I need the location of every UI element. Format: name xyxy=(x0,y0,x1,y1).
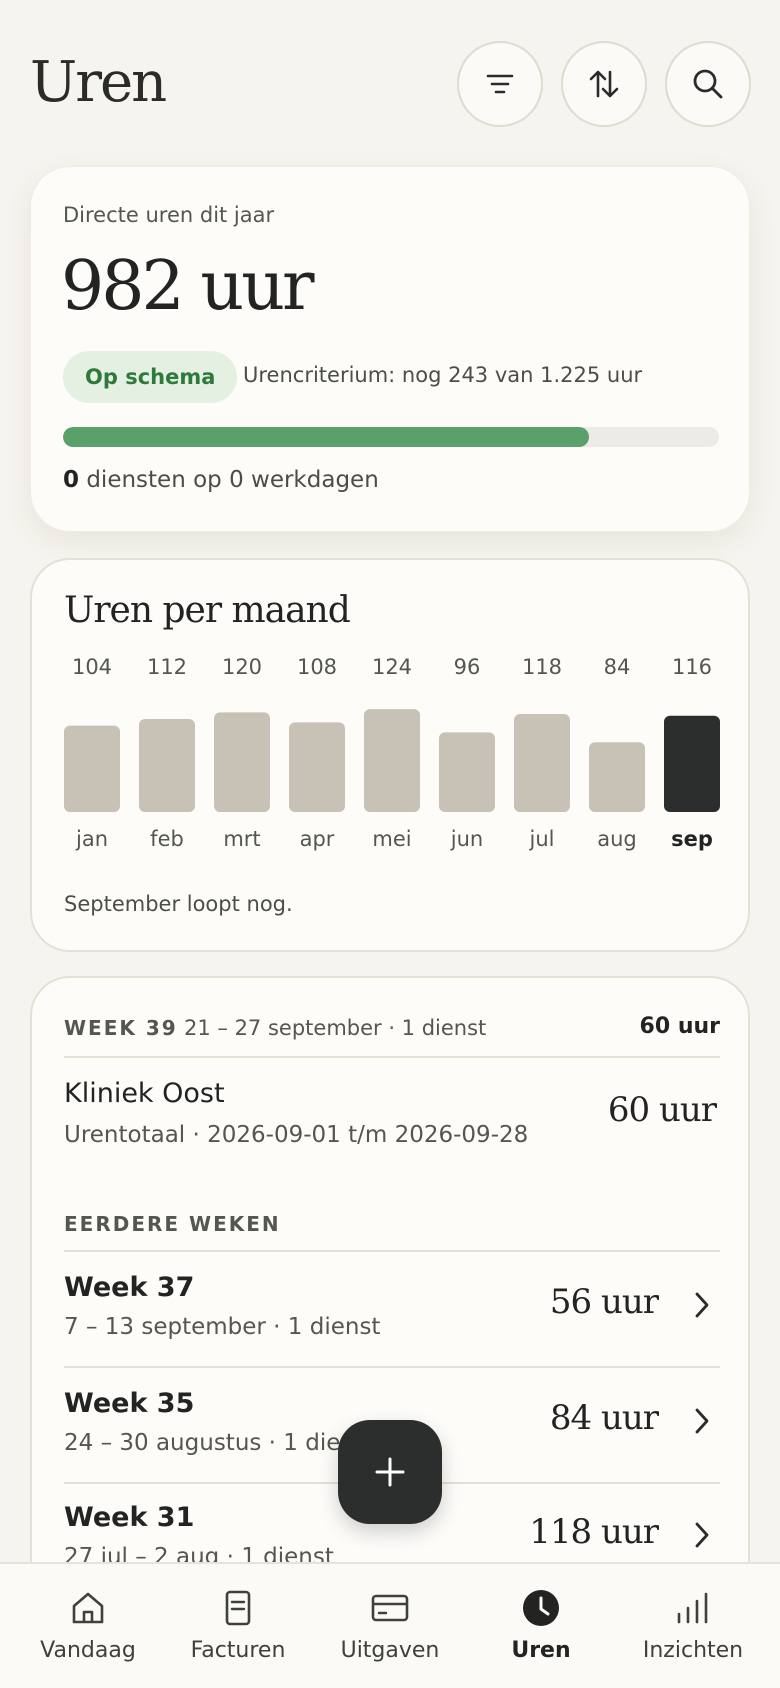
summary-label: Directe uren dit jaar xyxy=(63,203,275,227)
current-week-header: WEEK 39 21 – 27 september · 1 dienst 60 … xyxy=(64,1012,720,1052)
bar-apr xyxy=(289,722,345,812)
nav-label: Vandaag xyxy=(40,1638,136,1663)
week-row-title: Week 37 xyxy=(64,1272,195,1303)
week-range: 21 – 27 september · 1 dienst xyxy=(184,1016,487,1040)
criterium-text: Urencriterium: nog 243 van 1.225 uur xyxy=(243,363,643,387)
diensten-label: diensten op 0 werkdagen xyxy=(79,467,379,493)
sort-icon xyxy=(589,70,619,98)
nav-label: Inzichten xyxy=(642,1638,744,1663)
bars-icon xyxy=(677,1592,708,1624)
bar-feb xyxy=(139,719,195,812)
nav-item-uitgaven[interactable]: Uitgaven xyxy=(312,1564,468,1688)
month-label: aug xyxy=(597,827,637,851)
hours-summary-card: Directe uren dit jaar 982 uur Op schema … xyxy=(30,166,750,532)
week-row-title: Week 35 xyxy=(64,1388,195,1419)
home-icon xyxy=(72,1592,104,1624)
header: Uren xyxy=(0,0,780,160)
week-total: 60 uur xyxy=(639,1014,720,1039)
filter-button[interactable] xyxy=(457,41,543,127)
diensten-count: 0 xyxy=(63,467,80,493)
week-row-hours: 84 uur xyxy=(549,1398,659,1438)
progress-bar xyxy=(63,427,719,447)
invoice-icon xyxy=(225,1590,251,1626)
progress-fill xyxy=(63,427,589,447)
chevron-right-icon xyxy=(695,1408,709,1434)
nav-label: Uitgaven xyxy=(340,1638,440,1663)
month-label: sep xyxy=(671,827,713,851)
add-hours-button[interactable] xyxy=(338,1420,442,1524)
search-icon xyxy=(693,69,723,99)
month-label: feb xyxy=(150,827,184,851)
bar-value-label: 108 xyxy=(297,655,337,679)
week-row-subtitle: 7 – 13 september · 1 dienst xyxy=(64,1314,381,1340)
week-row[interactable]: Week 37 7 – 13 september · 1 dienst 56 u… xyxy=(64,1252,720,1366)
status-badge: Op schema xyxy=(63,351,238,403)
chart-note: September loopt nog. xyxy=(64,892,293,916)
chevron-right-icon xyxy=(695,1292,709,1318)
bar-value-label: 96 xyxy=(454,655,481,679)
month-label: jun xyxy=(450,827,483,851)
chevron-right-icon xyxy=(695,1522,709,1548)
entry-subtitle: Urentotaal · 2026-09-01 t/m 2026-09-28 xyxy=(64,1122,529,1148)
bar-value-label: 116 xyxy=(672,655,712,679)
bar-value-label: 104 xyxy=(72,655,112,679)
bar-value-label: 118 xyxy=(522,655,562,679)
bar-value-label: 84 xyxy=(604,655,631,679)
bottom-nav: Vandaag Facturen Uitgaven Uren Inzichten xyxy=(0,1562,780,1688)
bar-mrt xyxy=(214,712,270,812)
bar-sep xyxy=(664,715,720,812)
plus-icon xyxy=(375,1457,405,1487)
bar-mei xyxy=(364,709,420,812)
earlier-weeks-label: EERDERE WEKEN xyxy=(64,1212,281,1236)
nav-item-vandaag[interactable]: Vandaag xyxy=(10,1564,166,1688)
week-row-hours: 56 uur xyxy=(549,1282,659,1322)
entry-title: Kliniek Oost xyxy=(64,1078,225,1109)
month-label: mrt xyxy=(223,827,260,851)
week-row-title: Week 31 xyxy=(64,1502,195,1533)
bar-value-label: 120 xyxy=(222,655,262,679)
card-icon xyxy=(371,1594,409,1622)
week-label: WEEK 39 xyxy=(64,1016,178,1040)
month-label: jan xyxy=(75,827,108,851)
page-title: Uren xyxy=(30,50,167,115)
filter-icon xyxy=(486,74,514,94)
week-row-hours: 118 uur xyxy=(529,1512,659,1552)
nav-label: Uren xyxy=(511,1638,571,1663)
search-button[interactable] xyxy=(665,41,751,127)
nav-item-facturen[interactable]: Facturen xyxy=(160,1564,316,1688)
clock-icon xyxy=(523,1590,559,1626)
bar-jan xyxy=(64,725,120,812)
bar-value-label: 124 xyxy=(372,655,412,679)
divider xyxy=(64,1056,720,1058)
month-label: mei xyxy=(372,827,411,851)
week-row-subtitle: 24 – 30 augustus · 1 dienst xyxy=(64,1430,376,1456)
nav-item-inzichten[interactable]: Inzichten xyxy=(615,1564,771,1688)
bar-jun xyxy=(439,732,495,812)
nav-label: Facturen xyxy=(190,1638,286,1663)
diensten-text: 0 diensten op 0 werkdagen xyxy=(63,467,379,493)
bar-jul xyxy=(514,714,570,812)
monthly-bar-chart: 104 jan 112 feb 120 mrt 108 apr 124 mei 96 jun 118 ju… xyxy=(64,655,720,851)
bar-value-label: 112 xyxy=(147,655,187,679)
bar-aug xyxy=(589,742,645,812)
summary-value: 982 uur xyxy=(61,247,315,326)
entry-hours: 60 uur xyxy=(607,1090,717,1130)
month-label: jul xyxy=(529,827,555,851)
monthly-chart-card: Uren per maand 104 jan 112 feb 120 mrt 108 apr 1… xyxy=(30,558,750,952)
month-label: apr xyxy=(300,827,335,851)
sort-button[interactable] xyxy=(561,41,647,127)
nav-item-uren[interactable]: Uren xyxy=(463,1564,619,1688)
